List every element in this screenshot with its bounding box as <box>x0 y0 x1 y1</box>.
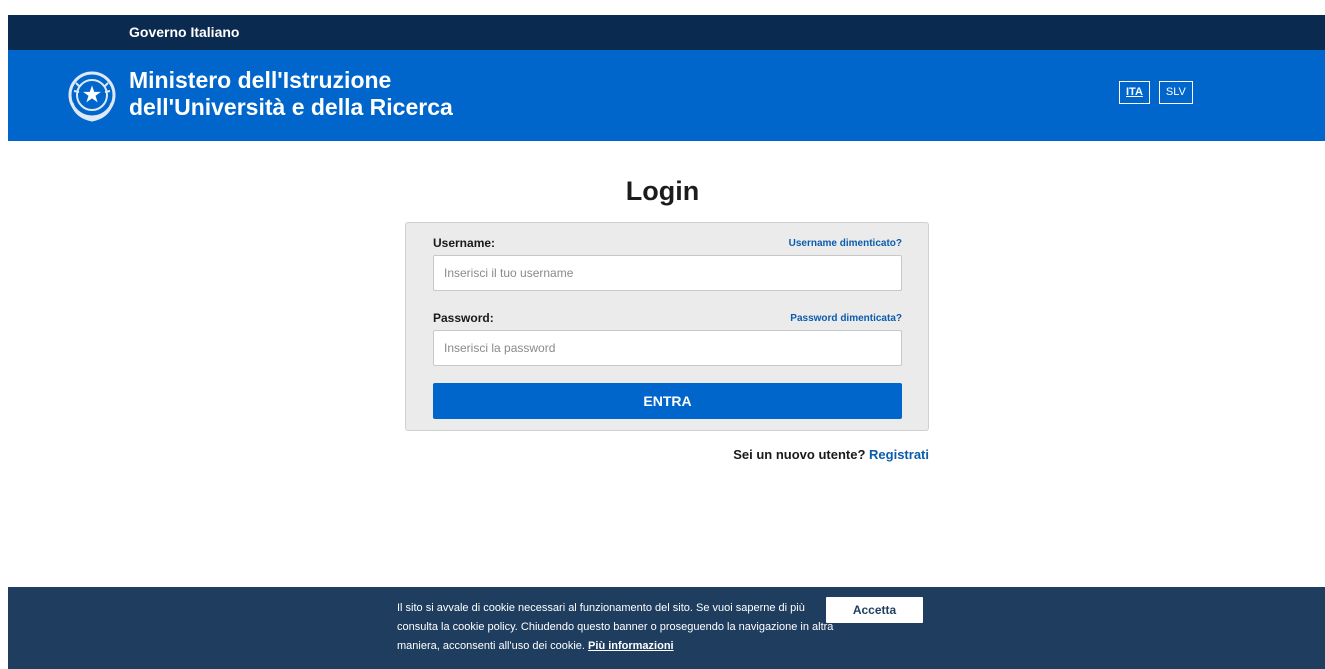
language-switcher: ITA SLV <box>1119 81 1193 104</box>
password-label: Password: <box>433 311 494 325</box>
username-row: Username: Username dimenticato? <box>433 236 902 250</box>
register-prompt: Sei un nuovo utente? <box>733 447 866 462</box>
italian-republic-emblem-icon <box>68 71 116 122</box>
username-label: Username: <box>433 236 496 250</box>
ministry-title-line2: dell'Università e della Ricerca <box>129 94 453 120</box>
ministry-header: Ministero dell'Istruzione dell'Universit… <box>8 50 1325 141</box>
username-input[interactable] <box>433 255 902 291</box>
username-forgot-link[interactable]: Username dimenticato? <box>789 238 902 249</box>
language-ita-button[interactable]: ITA <box>1119 81 1150 104</box>
cookie-message: Il sito si avvale di cookie necessari al… <box>397 599 837 656</box>
ministry-title-line1: Ministero dell'Istruzione <box>129 67 392 93</box>
ministry-title[interactable]: Ministero dell'Istruzione dell'Universit… <box>129 67 453 121</box>
government-label[interactable]: Governo Italiano <box>129 24 239 40</box>
login-form: Username: Username dimenticato? Password… <box>405 222 929 431</box>
language-slv-button[interactable]: SLV <box>1158 81 1193 104</box>
password-row: Password: Password dimenticata? <box>433 311 902 325</box>
register-prompt-line: Sei un nuovo utente? Registrati <box>0 447 929 462</box>
cookie-more-info-link[interactable]: Più informazioni <box>588 640 674 652</box>
password-forgot-link[interactable]: Password dimenticata? <box>790 313 902 324</box>
government-bar: Governo Italiano <box>8 15 1325 50</box>
cookie-banner: Il sito si avvale di cookie necessari al… <box>8 587 1325 669</box>
register-link[interactable]: Registrati <box>869 447 929 462</box>
login-title: Login <box>625 176 700 206</box>
password-input[interactable] <box>433 330 902 366</box>
cookie-accept-button[interactable]: Accetta <box>826 597 923 623</box>
login-submit-button[interactable]: ENTRA <box>433 383 902 419</box>
